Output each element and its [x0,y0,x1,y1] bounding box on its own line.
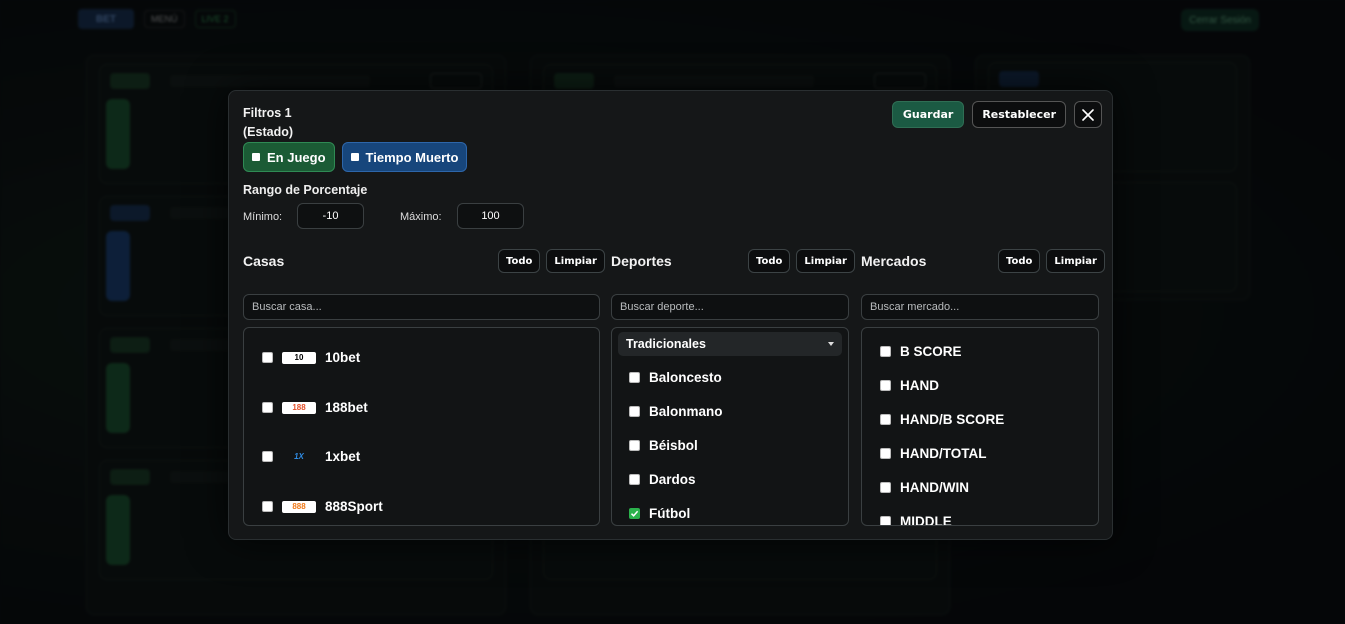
deportes-title: Deportes [611,253,672,269]
checkbox[interactable] [880,346,891,357]
10bet-logo-icon: 10 [282,351,316,364]
deportes-actions: Todo Limpiar [748,249,855,273]
item-label: 1xbet [325,449,361,464]
mercados-search-input[interactable] [861,294,1099,320]
modal-subtitle: (Estado) [243,125,293,139]
group-dropdown-tradicionales[interactable]: Tradicionales [618,332,842,356]
mercados-title: Mercados [861,253,927,269]
888sport-logo-icon: 888 [282,500,316,513]
list-item[interactable]: 1X 1xbet [262,449,360,464]
list-item[interactable]: Baloncesto [629,370,722,385]
list-item[interactable]: HAND/WIN [880,480,969,495]
list-item[interactable]: B SCORE [880,344,962,359]
casas-header: Casas [243,249,284,273]
item-label: MIDDLE [900,514,952,526]
list-item[interactable]: Dardos [629,472,696,487]
checkbox[interactable] [262,451,273,462]
square-icon [350,153,359,161]
item-label: HAND/WIN [900,480,969,495]
item-label: 888Sport [325,499,383,514]
list-item[interactable]: 10 10bet [262,350,360,365]
close-button[interactable] [1074,101,1102,128]
item-label: 188bet [325,400,368,415]
casas-all-button[interactable]: Todo [498,249,541,273]
deportes-search-input[interactable] [611,294,849,320]
min-label: Mínimo: [243,211,283,223]
item-label: Fútbol [649,506,691,521]
square-icon [252,153,260,161]
list-item[interactable]: Fútbol [629,506,690,521]
item-label: Dardos [649,472,696,487]
checkbox[interactable] [629,440,640,451]
casas-search-input[interactable] [243,294,600,320]
reset-button[interactable]: Restablecer [972,101,1066,128]
max-label: Máximo: [400,211,442,223]
checkbox[interactable] [629,474,640,485]
checkbox-checked[interactable] [629,508,640,519]
188bet-logo-icon: 188 [282,401,316,414]
chevron-down-icon [828,342,834,346]
deportes-header: Deportes [611,249,672,273]
checkbox[interactable] [880,380,891,391]
save-button[interactable]: Guardar [891,101,965,128]
checkbox[interactable] [629,372,640,383]
mercados-header: Mercados [861,249,926,273]
modal-title: Filtros 1 (Estado) [243,104,293,142]
mercados-all-button[interactable]: Todo [998,249,1041,273]
casas-actions: Todo Limpiar [498,249,605,273]
mercados-actions: Todo Limpiar [998,249,1105,273]
modal-title-text: Filtros 1 [243,106,292,120]
list-item[interactable]: MIDDLE [880,514,952,526]
list-item[interactable]: Béisbol [629,438,698,453]
list-item[interactable]: 888 888Sport [262,499,383,514]
item-label: Baloncesto [649,370,722,385]
group-label: Tradicionales [626,337,706,351]
checkbox[interactable] [262,402,273,413]
deportes-list: Tradicionales Baloncesto Balonmano Béisb… [611,327,849,526]
item-label: Balonmano [649,404,723,419]
casas-title: Casas [243,253,285,269]
item-label: B SCORE [900,344,962,359]
item-label: Béisbol [649,438,698,453]
item-label: HAND/TOTAL [900,446,987,461]
item-label: 10bet [325,350,361,365]
mercados-clear-button[interactable]: Limpiar [1046,249,1105,273]
state-toggle-en-juego[interactable]: En Juego [243,142,335,172]
list-item[interactable]: HAND/B SCORE [880,412,1004,427]
state-filters: En Juego Tiempo Muerto [243,142,468,172]
checkbox[interactable] [262,501,273,512]
list-item[interactable]: 188 188bet [262,400,368,415]
max-input[interactable] [457,203,524,229]
deportes-clear-button[interactable]: Limpiar [796,249,855,273]
casas-clear-button[interactable]: Limpiar [546,249,605,273]
checkmark-icon [630,510,639,517]
state-label: En Juego [267,149,326,165]
filters-modal: Filtros 1 (Estado) Guardar Restablecer E… [228,90,1113,540]
item-label: HAND [900,378,939,393]
checkbox[interactable] [262,352,273,363]
state-label: Tiempo Muerto [365,149,459,165]
item-label: HAND/B SCORE [900,412,1005,427]
checkbox[interactable] [880,482,891,493]
list-item[interactable]: HAND/TOTAL [880,446,987,461]
1xbet-logo-icon: 1X [294,452,304,461]
list-item[interactable]: HAND [880,378,939,393]
state-toggle-tiempo-muerto[interactable]: Tiempo Muerto [341,142,468,172]
checkbox[interactable] [629,406,640,417]
list-item[interactable]: Balonmano [629,404,723,419]
checkbox[interactable] [880,448,891,459]
deportes-all-button[interactable]: Todo [748,249,791,273]
mercados-list: B SCORE HAND HAND/B SCORE HAND/TOTAL HAN… [861,327,1099,526]
close-icon [1082,108,1094,121]
casas-list: 10 10bet 188 188bet 1X 1xbet 888 888Spor… [243,327,600,526]
checkbox[interactable] [880,516,891,525]
range-title: Rango de Porcentaje [243,183,368,197]
modal-actions: Guardar Restablecer [891,101,1102,128]
checkbox[interactable] [880,414,891,425]
min-input[interactable] [297,203,364,229]
